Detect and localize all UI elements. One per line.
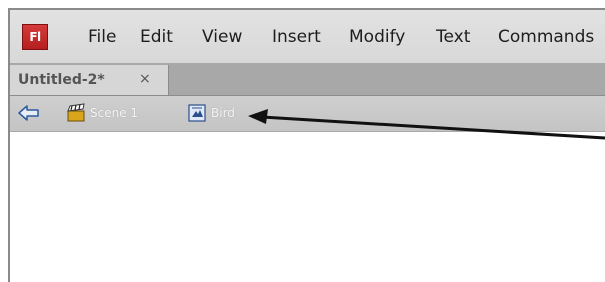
document-tab-strip: Untitled-2* × — [10, 63, 605, 96]
menu-file[interactable]: File — [88, 27, 116, 47]
stage-area[interactable] — [10, 132, 605, 282]
menu-edit[interactable]: Edit — [140, 27, 173, 47]
document-tab-label: Untitled-2* — [18, 72, 105, 88]
document-tab[interactable]: Untitled-2* × — [10, 65, 169, 95]
breadcrumb-symbol[interactable]: Bird — [211, 106, 235, 120]
breadcrumb-scene[interactable]: Scene 1 — [90, 106, 138, 120]
menu-bar: Fl File Edit View Insert Modify Text Com… — [10, 10, 605, 64]
menu-text[interactable]: Text — [436, 27, 470, 47]
menu-insert[interactable]: Insert — [272, 27, 321, 47]
menu-modify[interactable]: Modify — [349, 27, 405, 47]
menu-view[interactable]: View — [202, 27, 242, 47]
edit-bar: Scene 1 Bird — [10, 96, 605, 132]
close-tab-button[interactable]: × — [139, 71, 151, 87]
back-arrow-icon[interactable] — [18, 104, 40, 122]
menu-commands[interactable]: Commands — [498, 27, 594, 47]
movieclip-symbol-icon — [188, 104, 206, 122]
application-window: Fl File Edit View Insert Modify Text Com… — [8, 8, 605, 282]
scene-clapperboard-icon — [67, 103, 85, 122]
flash-logo-icon: Fl — [22, 24, 48, 50]
